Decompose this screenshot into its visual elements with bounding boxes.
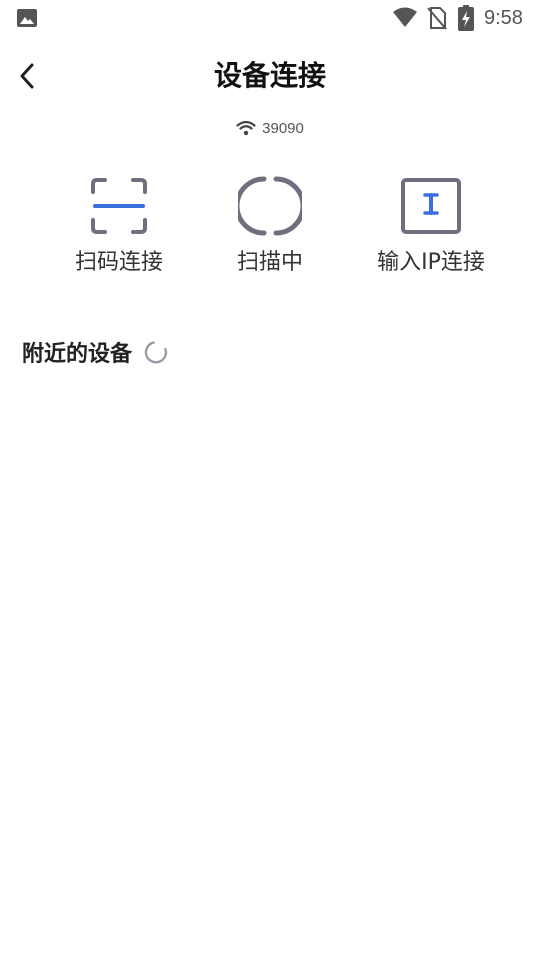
scanning-button[interactable]: 扫描中 — [190, 170, 350, 288]
status-time: 9:58 — [484, 7, 523, 29]
ip-connect-label: 输入IP连接 — [377, 250, 485, 275]
connection-actions: 扫码连接 扫描中 输入IP连接 — [0, 170, 540, 290]
loading-ring-icon — [238, 176, 302, 236]
scanning-label: 扫描中 — [236, 250, 303, 275]
nearby-devices-header: 附近的设备 — [22, 334, 168, 370]
nearby-devices-title: 附近的设备 — [22, 342, 133, 367]
gallery-icon — [17, 9, 37, 27]
wifi-icon — [236, 120, 256, 136]
wifi-icon — [393, 7, 417, 27]
no-sim-icon — [427, 7, 447, 30]
status-bar: 9:58 — [0, 0, 540, 36]
battery-charging-icon — [458, 5, 474, 31]
scan-qr-connect-label: 扫码连接 — [74, 250, 163, 275]
ip-connect-button[interactable]: 输入IP连接 — [351, 170, 511, 288]
scan-qr-connect-button[interactable]: 扫码连接 — [39, 170, 199, 288]
network-name: 39090 — [262, 119, 304, 137]
network-info: 39090 — [0, 116, 540, 140]
page-title: 设备连接 — [213, 59, 326, 92]
text-input-icon — [401, 178, 461, 234]
spinner-icon — [144, 341, 168, 364]
app-header: 设备连接 — [0, 44, 540, 108]
scan-qr-icon — [91, 178, 147, 234]
